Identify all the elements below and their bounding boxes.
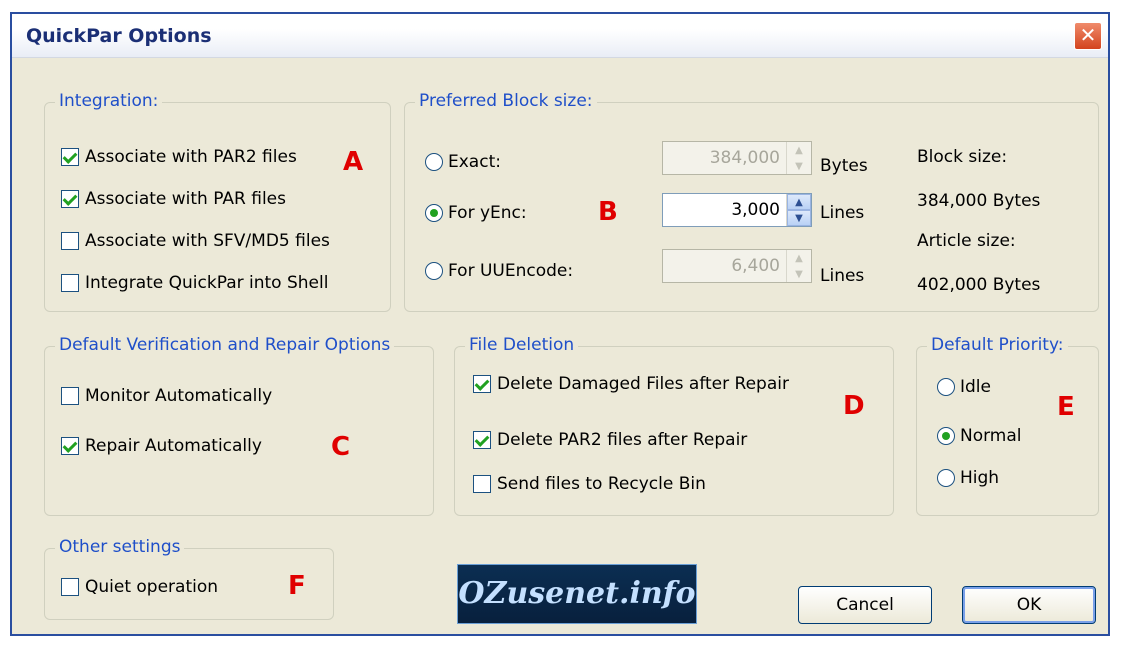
radio-circle[interactable] xyxy=(937,469,955,487)
spin-up-icon: ▲ xyxy=(795,252,803,264)
spinner-value[interactable]: 3,000 xyxy=(663,194,786,226)
close-button[interactable]: ✕ xyxy=(1074,22,1102,50)
radio-label: Idle xyxy=(960,377,991,397)
spinner-value: 6,400 xyxy=(731,256,780,276)
repair-automatically-checkbox[interactable]: Repair Automatically xyxy=(61,436,262,456)
exact-bytes-spinner: 384,000 ▲ ▼ xyxy=(662,141,812,175)
spinner-arrows[interactable]: ▲ ▼ xyxy=(786,194,811,226)
title-bar[interactable]: QuickPar Options ✕ xyxy=(12,14,1108,58)
radio-label: For yEnc: xyxy=(448,203,527,223)
associate-par2-checkbox[interactable]: Associate with PAR2 files xyxy=(61,147,297,167)
spin-down-icon: ▼ xyxy=(795,160,803,172)
radio-label: High xyxy=(960,468,1000,488)
uuencode-unit: Lines xyxy=(820,266,865,286)
checkbox-label: Delete Damaged Files after Repair xyxy=(497,374,789,394)
uuencode-lines-spinner: 6,400 ▲ ▼ xyxy=(662,249,812,283)
annotation-marker-b: B xyxy=(598,197,618,227)
block-size-legend: Preferred Block size: xyxy=(415,91,597,111)
associate-par-checkbox[interactable]: Associate with PAR files xyxy=(61,189,286,209)
ozusenet-logo: OZusenet.info xyxy=(457,564,697,624)
annotation-marker-a: A xyxy=(343,147,364,177)
priority-normal-radio[interactable]: Normal xyxy=(937,426,1022,446)
checkbox-label: Integrate QuickPar into Shell xyxy=(85,273,329,293)
checkbox-label: Associate with PAR2 files xyxy=(85,147,297,167)
annotation-marker-d: D xyxy=(843,391,865,421)
article-size-value: 402,000 Bytes xyxy=(917,275,1041,295)
annotation-marker-f: F xyxy=(288,571,306,601)
delete-par2-files-checkbox[interactable]: Delete PAR2 files after Repair xyxy=(473,430,747,450)
spin-down-icon: ▼ xyxy=(795,268,803,280)
spin-down-icon[interactable]: ▼ xyxy=(787,210,811,226)
verification-legend: Default Verification and Repair Options xyxy=(55,335,395,355)
block-size-label: Block size: xyxy=(917,147,1008,167)
window-title: QuickPar Options xyxy=(26,25,212,47)
file-deletion-group: File Deletion Delete Damaged Files after… xyxy=(454,335,894,516)
checkbox-box[interactable] xyxy=(61,148,79,166)
checkbox-label: Quiet operation xyxy=(85,577,219,597)
file-deletion-legend: File Deletion xyxy=(465,335,579,355)
ok-button[interactable]: OK xyxy=(962,586,1096,624)
send-to-recycle-bin-checkbox[interactable]: Send files to Recycle Bin xyxy=(473,474,706,494)
radio-label: Normal xyxy=(960,426,1022,446)
integration-group: Integration: Associate with PAR2 files A… xyxy=(44,91,391,312)
radio-circle[interactable] xyxy=(425,153,443,171)
spin-up-icon[interactable]: ▲ xyxy=(787,194,811,210)
yenc-lines-spinner[interactable]: 3,000 ▲ ▼ xyxy=(662,193,812,227)
checkbox-label: Send files to Recycle Bin xyxy=(497,474,706,494)
annotation-marker-e: E xyxy=(1057,392,1075,422)
checkbox-box[interactable] xyxy=(61,437,79,455)
checkbox-label: Associate with PAR files xyxy=(85,189,286,209)
checkbox-label: Associate with SFV/MD5 files xyxy=(85,231,330,251)
priority-group: Default Priority: Idle Normal High E xyxy=(916,335,1099,516)
radio-label: For UUEncode: xyxy=(448,261,574,281)
spinner-arrows: ▲ ▼ xyxy=(786,142,811,174)
ok-button-label: OK xyxy=(1016,595,1042,615)
cancel-button-label: Cancel xyxy=(836,595,894,615)
priority-legend: Default Priority: xyxy=(927,335,1068,355)
checkbox-box[interactable] xyxy=(473,375,491,393)
quickpar-options-dialog: QuickPar Options ✕ Integration: Associat… xyxy=(10,12,1110,636)
exact-radio[interactable]: Exact: xyxy=(425,152,501,172)
integrate-shell-checkbox[interactable]: Integrate QuickPar into Shell xyxy=(61,273,328,293)
checkbox-box[interactable] xyxy=(61,232,79,250)
spin-up-icon: ▲ xyxy=(795,144,803,156)
for-yenc-radio[interactable]: For yEnc: xyxy=(425,203,527,223)
spinner-value: 384,000 xyxy=(709,148,780,168)
checkbox-label: Monitor Automatically xyxy=(85,386,273,406)
radio-circle[interactable] xyxy=(425,204,443,222)
logo-text: OZusenet.info xyxy=(458,576,696,611)
verification-group: Default Verification and Repair Options … xyxy=(44,335,434,516)
other-settings-legend: Other settings xyxy=(55,537,185,557)
checkbox-box[interactable] xyxy=(61,274,79,292)
cancel-button[interactable]: Cancel xyxy=(798,586,932,624)
priority-idle-radio[interactable]: Idle xyxy=(937,377,991,397)
checkbox-box[interactable] xyxy=(473,475,491,493)
other-settings-group: Other settings Quiet operation F xyxy=(44,537,334,620)
integration-legend: Integration: xyxy=(55,91,163,111)
checkbox-box[interactable] xyxy=(473,431,491,449)
for-uuencode-radio[interactable]: For UUEncode: xyxy=(425,261,573,281)
block-size-group: Preferred Block size: Exact: 384,000 ▲ ▼… xyxy=(404,91,1099,312)
exact-unit: Bytes xyxy=(820,156,868,176)
radio-circle[interactable] xyxy=(937,378,955,396)
checkbox-label: Repair Automatically xyxy=(85,436,262,456)
checkbox-box[interactable] xyxy=(61,578,79,596)
quiet-operation-checkbox[interactable]: Quiet operation xyxy=(61,577,218,597)
radio-circle[interactable] xyxy=(425,262,443,280)
article-size-label: Article size: xyxy=(917,231,1016,251)
annotation-marker-c: C xyxy=(331,432,351,462)
delete-damaged-files-checkbox[interactable]: Delete Damaged Files after Repair xyxy=(473,374,789,394)
checkbox-box[interactable] xyxy=(61,190,79,208)
block-size-value: 384,000 Bytes xyxy=(917,191,1041,211)
checkbox-label: Delete PAR2 files after Repair xyxy=(497,430,748,450)
spinner-arrows: ▲ ▼ xyxy=(786,250,811,282)
priority-high-radio[interactable]: High xyxy=(937,468,999,488)
radio-label: Exact: xyxy=(448,152,501,172)
checkbox-box[interactable] xyxy=(61,387,79,405)
close-icon: ✕ xyxy=(1079,23,1097,47)
yenc-unit: Lines xyxy=(820,203,865,223)
associate-sfv-md5-checkbox[interactable]: Associate with SFV/MD5 files xyxy=(61,231,330,251)
monitor-automatically-checkbox[interactable]: Monitor Automatically xyxy=(61,386,272,406)
radio-circle[interactable] xyxy=(937,427,955,445)
